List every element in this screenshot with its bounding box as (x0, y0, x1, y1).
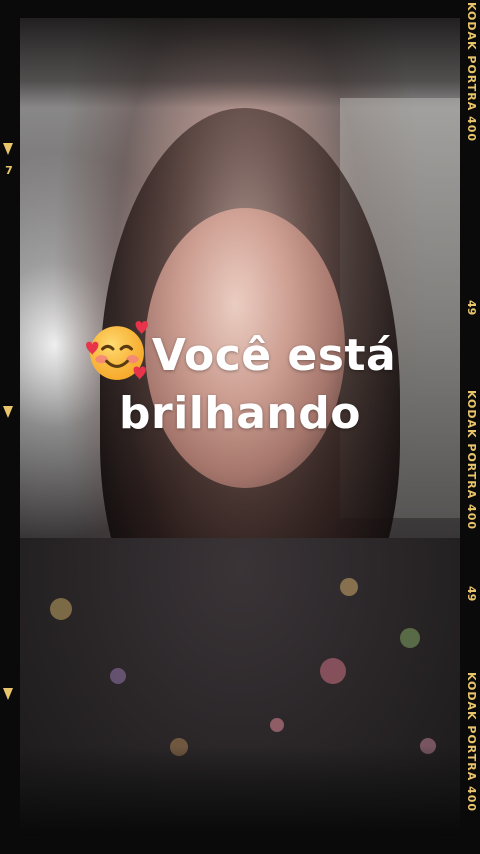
story-caption: Você está brilhando (0, 318, 480, 443)
film-arrow-marker-2 (3, 406, 13, 418)
caption-line-1: Você está (0, 318, 480, 385)
photo-bottom-shade (20, 746, 460, 836)
photo-top-shade (20, 18, 460, 108)
film-label-1: KODAK PORTRA 400 (465, 2, 478, 143)
film-arrow-marker-1 (3, 143, 13, 155)
smiling-face-with-hearts-icon (85, 321, 148, 380)
caption-text-1: Você está (151, 330, 397, 381)
film-frame-number-2: 49 (465, 586, 478, 602)
film-label-3: KODAK PORTRA 400 (465, 672, 478, 813)
film-label-2: KODAK PORTRA 400 (465, 390, 478, 531)
caption-line-2: brilhando (119, 388, 361, 439)
film-frame-number-1: 49 (465, 300, 478, 316)
film-strip-edge: KODAK PORTRA 400 49 KODAK PORTRA 400 49 … (460, 0, 480, 854)
film-left-number: 7 (5, 164, 13, 177)
film-arrow-marker-3 (3, 688, 13, 700)
story-frame: Você está brilhando KODAK PORTRA 400 49 … (0, 0, 480, 854)
